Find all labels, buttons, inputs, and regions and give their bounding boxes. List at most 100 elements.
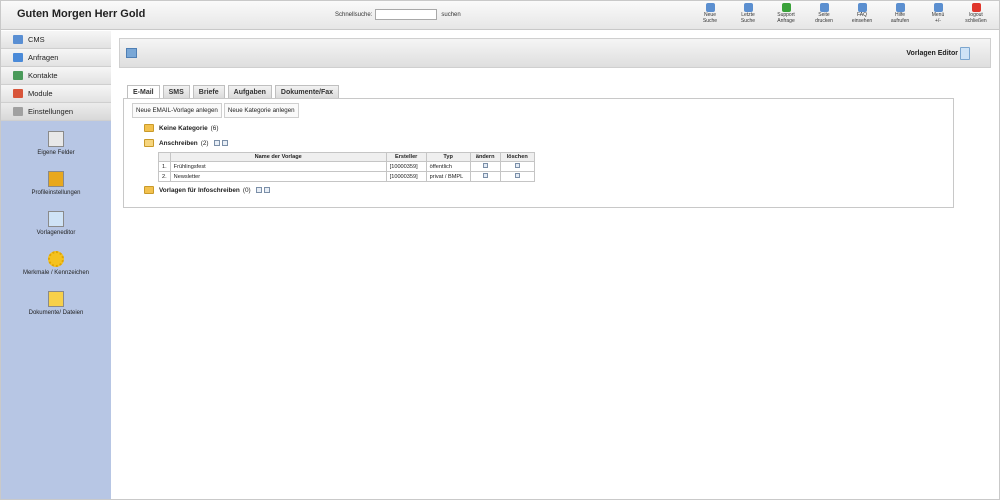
printer-icon (819, 3, 829, 12)
sidebar-item-label: Module (28, 89, 53, 98)
sidebar-item-0[interactable]: CMS (1, 31, 111, 49)
delete-template-icon[interactable] (514, 163, 520, 168)
app-window: Guten Morgen Herr Gold Schnellsuche: suc… (0, 0, 1000, 500)
table-row: 2. Newsletter [10000359] privat / BMPL (158, 171, 535, 182)
template-name: Newsletter (169, 171, 387, 182)
sidebar-item-label: Anfragen (28, 53, 59, 62)
toolbar-label: Seite drucken (815, 12, 833, 24)
history-icon (743, 3, 753, 12)
template-editor-icon (48, 211, 64, 227)
folder-icon (144, 186, 154, 194)
fields-icon (48, 131, 64, 147)
sidebar-sub-label: Dokumente/ Dateien (28, 310, 84, 316)
edit-icon[interactable] (221, 140, 228, 146)
template-creator: [10000359] (385, 161, 427, 172)
toolbar-button-2[interactable]: Support Anfrage (767, 1, 805, 30)
col-creator: Ersteller (385, 152, 427, 162)
sidebar-sub-item-2[interactable]: Vorlageneditor (1, 211, 111, 236)
faq-icon (857, 3, 867, 12)
toolbar-label: logout schließen (965, 12, 987, 24)
sidebar-item-label: CMS (28, 35, 45, 44)
category-infoschreiben[interactable]: Vorlagen für Infoschreiben (0) (144, 186, 270, 194)
sun-marker-icon (48, 251, 64, 267)
tab-1[interactable]: SMS (162, 85, 190, 99)
col-type: Typ (425, 152, 471, 162)
delete-template-icon[interactable] (514, 173, 520, 178)
edit-template-icon[interactable] (482, 173, 488, 178)
template-type: privat / BMPL (425, 171, 471, 182)
tab-2[interactable]: Briefe (192, 85, 225, 99)
toolbar-button-6[interactable]: Menü +/- (919, 1, 957, 30)
quick-search-input[interactable] (375, 9, 438, 20)
sidebar-item-label: Kontakte (28, 71, 58, 80)
page-title: Vorlagen Editor (906, 50, 958, 57)
cms-icon (13, 35, 23, 44)
sidebar-sub-item-4[interactable]: Dokumente/ Dateien (1, 291, 111, 316)
add-icon[interactable] (255, 187, 262, 193)
template-creator: [10000359] (385, 171, 427, 182)
header-toolbar: Neue Suche Letzte Suche Support Anfrage Sei… (691, 1, 995, 30)
toolbar-label: Letzte Suche (740, 12, 756, 24)
open-folder-icon (144, 139, 154, 147)
window-icon (126, 48, 137, 58)
category-count: (0) (242, 186, 251, 194)
toolbar-button-5[interactable]: Hilfe aufrufen (881, 1, 919, 30)
toolbar-button-3[interactable]: Seite drucken (805, 1, 843, 30)
row-number: 2. (158, 171, 171, 182)
col-delete: löschen (499, 152, 535, 162)
envelope-icon (48, 291, 64, 307)
quick-search: Schnellsuche: suchen (335, 9, 461, 20)
sidebar-sub-item-1[interactable]: Profileinstellungen (1, 171, 111, 196)
sidebar-sub-label: Eigene Felder (37, 150, 75, 156)
editor-title-bar: Vorlagen Editor (119, 38, 991, 68)
new-email-template-button[interactable]: Neue EMAIL-Vorlage anlegen (132, 103, 222, 118)
sidebar-sub-label: Vorlageneditor (36, 230, 76, 236)
delete-template-cell (499, 171, 535, 182)
add-icon[interactable] (213, 140, 220, 146)
sidebar-item-label: Einstellungen (28, 107, 74, 116)
sidebar-item-1[interactable]: Anfragen (1, 49, 111, 67)
sidebar-item-3[interactable]: Module (1, 85, 111, 103)
category-anschreiben[interactable]: Anschreiben (2) (144, 139, 228, 147)
col-edit: ändern (469, 152, 501, 162)
tab-3[interactable]: Aufgaben (227, 85, 272, 99)
template-table: Name der Vorlage Ersteller Typ ändern lö… (158, 152, 535, 182)
toolbar-label: Neue Suche (702, 12, 718, 24)
help-icon (895, 3, 905, 12)
col-name: Name der Vorlage (169, 152, 387, 162)
toolbar-label: FAQ einsehen (851, 12, 873, 24)
module-icon (13, 89, 23, 98)
sidebar-item-2[interactable]: Kontakte (1, 67, 111, 85)
edit-template-icon[interactable] (482, 163, 488, 168)
sidebar-sub-label: Merkmale / Kennzeichen (22, 270, 90, 276)
toolbar-button-4[interactable]: FAQ einsehen (843, 1, 881, 30)
settings-icon (13, 107, 23, 116)
sidebar-sub-item-0[interactable]: Eigene Felder (1, 131, 111, 156)
tab-4[interactable]: Dokumente/Fax (274, 85, 340, 99)
template-panel: Neue EMAIL-Vorlage anlegen Neue Kategori… (123, 98, 954, 208)
toolbar-button-0[interactable]: Neue Suche (691, 1, 729, 30)
editor-icon (960, 47, 970, 60)
template-type: öffentlich (425, 161, 471, 172)
category-keine-kategorie[interactable]: Keine Kategorie (6) (144, 124, 221, 132)
toolbar-label: Support Anfrage (777, 12, 795, 24)
edit-icon[interactable] (263, 187, 270, 193)
new-category-button[interactable]: Neue Kategorie anlegen (223, 103, 299, 118)
toolbar-button-1[interactable]: Letzte Suche (729, 1, 767, 30)
sidebar-item-4[interactable]: Einstellungen (1, 103, 111, 121)
edit-template-cell (469, 171, 501, 182)
table-header-row: Name der Vorlage Ersteller Typ ändern lö… (158, 152, 535, 162)
top-header: Guten Morgen Herr Gold Schnellsuche: suc… (1, 1, 999, 30)
sidebar-menu: CMS Anfragen Kontakte Module Einstellungen (1, 31, 111, 121)
category-name: Anschreiben (159, 139, 198, 147)
row-number: 1. (158, 161, 171, 172)
col-number (158, 152, 171, 162)
tab-0[interactable]: E-Mail (127, 85, 160, 99)
sidebar-sub-item-3[interactable]: Merkmale / Kennzeichen (1, 251, 111, 276)
table-row: 1. Frühlingsfest [10000359] öffentlich (158, 161, 535, 172)
search-button[interactable]: suchen (441, 12, 460, 18)
category-count: (2) (200, 139, 209, 147)
greeting-text: Guten Morgen Herr Gold (17, 8, 146, 20)
support-plus-icon (781, 3, 791, 12)
toolbar-button-7[interactable]: logout schließen (957, 1, 995, 30)
